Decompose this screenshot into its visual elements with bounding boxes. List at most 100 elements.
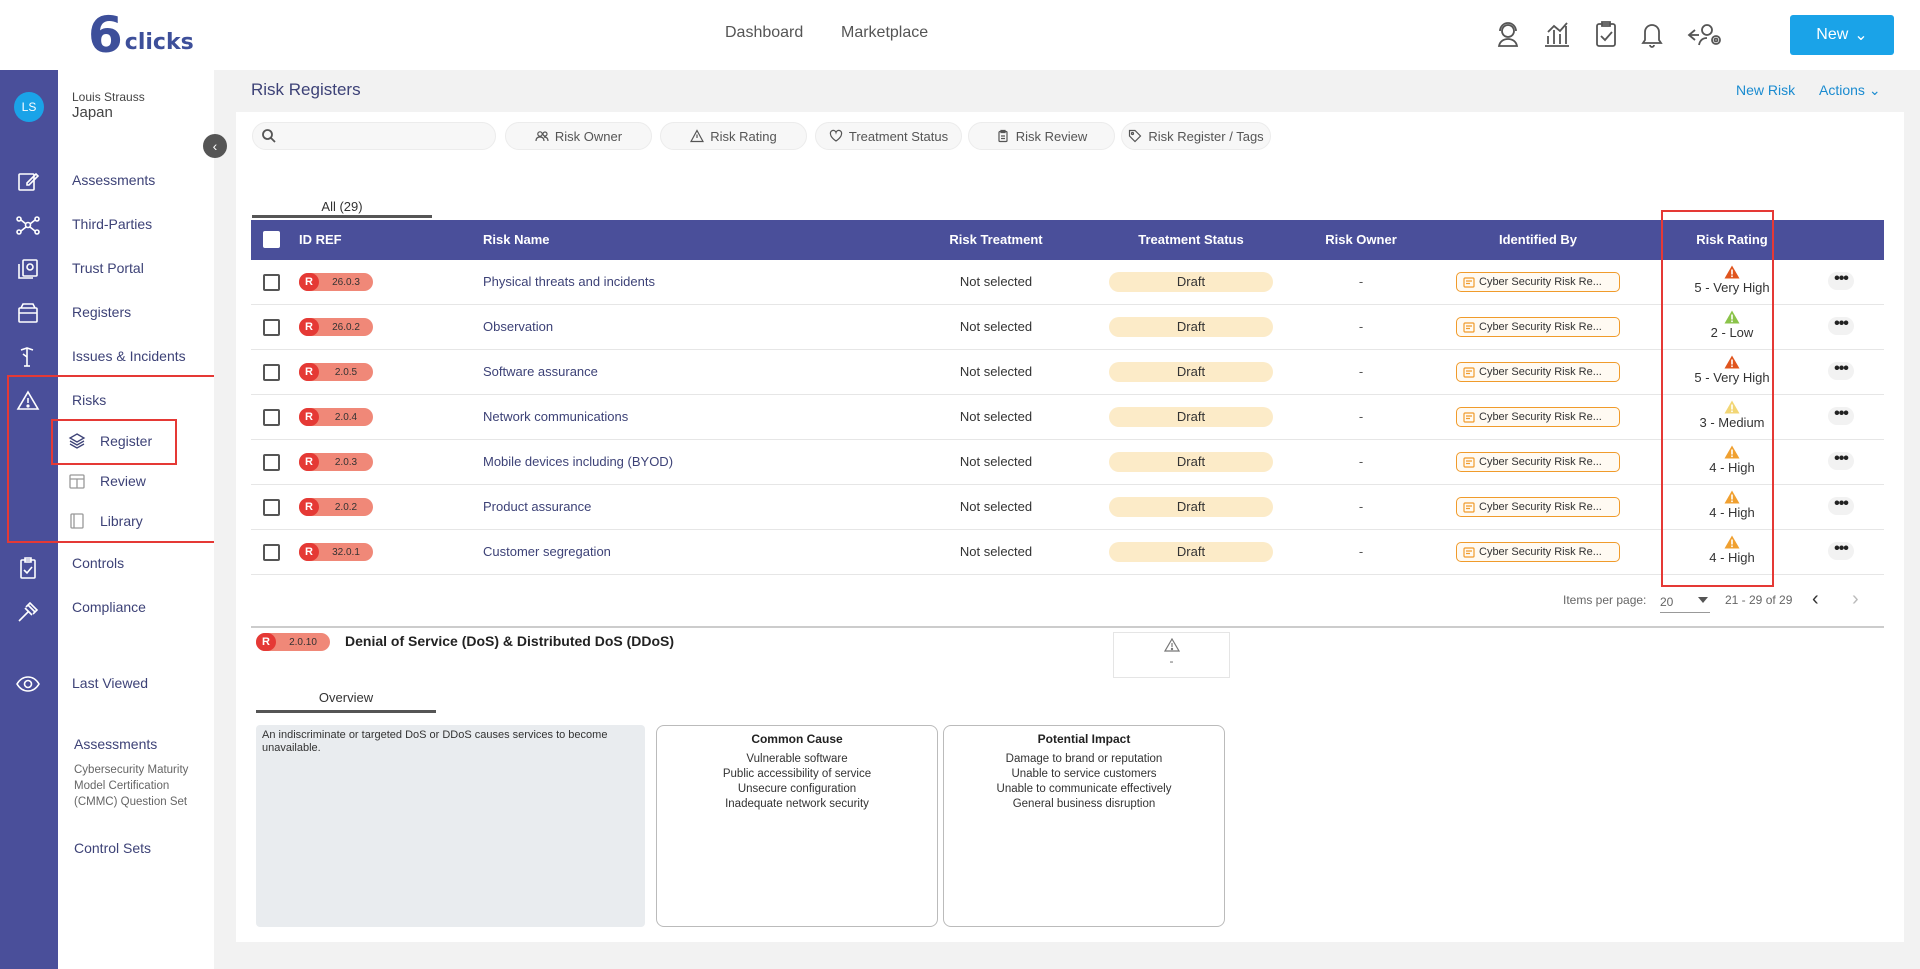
sidebar-item-trust-portal[interactable]: Trust Portal <box>72 260 144 276</box>
row-checkbox[interactable] <box>263 544 280 561</box>
common-cause-item: Public accessibility of service <box>722 768 872 780</box>
sidebar-item-assessments[interactable]: Assessments <box>72 172 155 188</box>
row-more-button[interactable]: ••• <box>1828 541 1854 560</box>
sidebar-item-registers[interactable]: Registers <box>72 304 131 320</box>
identified-by-label: Cyber Security Risk Re... <box>1479 276 1602 288</box>
avatar[interactable]: LS <box>14 92 44 122</box>
tab-overview[interactable]: Overview <box>256 690 436 705</box>
id-ref: 2.0.2 <box>334 501 358 513</box>
new-risk-link[interactable]: New Risk <box>1736 82 1795 98</box>
potential-impact-item: Unable to service customers <box>1011 768 1157 780</box>
identified-by-tag[interactable]: Cyber Security Risk Re... <box>1456 497 1620 517</box>
table-row[interactable]: R 26.0.3 Physical threats and incidents N… <box>251 260 1884 305</box>
user-org[interactable]: Japan <box>72 104 113 121</box>
controls-checklist-icon[interactable] <box>15 555 41 581</box>
header-risk-name[interactable]: Risk Name <box>483 232 549 247</box>
risk-name-link[interactable]: Product assurance <box>483 499 591 514</box>
row-more-button[interactable]: ••• <box>1828 496 1854 515</box>
risk-name-link[interactable]: Mobile devices including (BYOD) <box>483 454 673 469</box>
network-icon[interactable] <box>15 212 41 238</box>
identified-by-tag[interactable]: Cyber Security Risk Re... <box>1456 452 1620 472</box>
id-ref: 2.0.4 <box>334 411 358 423</box>
chevron-left-icon: ‹ <box>212 138 218 154</box>
registers-icon[interactable] <box>15 300 41 326</box>
filter-risk-review[interactable]: Risk Review <box>968 122 1115 150</box>
header-id-ref[interactable]: ID REF <box>299 232 342 247</box>
analytics-icon[interactable] <box>1541 18 1573 50</box>
risk-badge-letter: R <box>299 543 319 561</box>
logo[interactable]: 6 clicks <box>88 10 194 60</box>
search-input[interactable] <box>283 127 483 142</box>
risk-rating-column-highlight <box>1661 210 1774 587</box>
table-row[interactable]: R 2.0.2 Product assurance Not selected Dr… <box>251 485 1884 530</box>
new-button[interactable]: New ⌄ <box>1790 15 1894 55</box>
incident-icon[interactable] <box>15 344 41 370</box>
filter-treatment-status[interactable]: Treatment Status <box>815 122 962 150</box>
nav-marketplace[interactable]: Marketplace <box>841 24 928 42</box>
user-settings-icon[interactable] <box>1685 18 1725 50</box>
risk-name-link[interactable]: Customer segregation <box>483 544 611 559</box>
edit-icon[interactable] <box>15 168 41 194</box>
bell-icon[interactable] <box>1636 18 1668 50</box>
filter-risk-rating[interactable]: Risk Rating <box>660 122 807 150</box>
risk-name-link[interactable]: Software assurance <box>483 364 598 379</box>
row-more-button[interactable]: ••• <box>1828 316 1854 335</box>
filter-treatment-status-label: Treatment Status <box>848 128 949 144</box>
last-viewed-assessment-link[interactable]: Cybersecurity Maturity Model Certificati… <box>74 762 204 810</box>
header-risk-treatment[interactable]: Risk Treatment <box>934 232 1058 247</box>
row-more-button[interactable]: ••• <box>1828 406 1854 425</box>
row-more-button[interactable]: ••• <box>1828 361 1854 380</box>
table-row[interactable]: R 26.0.2 Observation Not selected Draft -… <box>251 305 1884 350</box>
sidebar-item-last-viewed[interactable]: Last Viewed <box>72 675 148 691</box>
next-page-button[interactable]: › <box>1852 588 1859 611</box>
identified-by-tag[interactable]: Cyber Security Risk Re... <box>1456 542 1620 562</box>
sidebar-item-third-parties[interactable]: Third-Parties <box>72 216 152 232</box>
select-all-checkbox[interactable] <box>263 231 280 248</box>
row-more-button[interactable]: ••• <box>1828 271 1854 290</box>
detail-divider <box>251 626 1884 628</box>
eye-icon[interactable] <box>15 671 41 697</box>
risk-name-link[interactable]: Observation <box>483 319 553 334</box>
tab-all[interactable]: All (29) <box>252 199 432 214</box>
identified-by-tag[interactable]: Cyber Security Risk Re... <box>1456 362 1620 382</box>
risk-name-link[interactable]: Physical threats and incidents <box>483 274 655 289</box>
table-row[interactable]: R 2.0.5 Software assurance Not selected D… <box>251 350 1884 395</box>
filter-risk-owner[interactable]: Risk Owner <box>505 122 652 150</box>
user-name: Louis Strauss <box>72 90 145 104</box>
risk-owner: - <box>1358 499 1364 514</box>
risk-name-link[interactable]: Network communications <box>483 409 628 424</box>
filter-risk-register-tags[interactable]: Risk Register / Tags <box>1121 122 1271 150</box>
support-agent-icon[interactable] <box>1492 18 1524 50</box>
row-checkbox[interactable] <box>263 409 280 426</box>
table-row[interactable]: R 2.0.3 Mobile devices including (BYOD) N… <box>251 440 1884 485</box>
collapse-sidebar-button[interactable]: ‹ <box>203 134 227 158</box>
table-row[interactable]: R 2.0.4 Network communications Not select… <box>251 395 1884 440</box>
sidebar-item-controls[interactable]: Controls <box>72 555 124 571</box>
header-risk-owner[interactable]: Risk Owner <box>1306 232 1416 247</box>
row-checkbox[interactable] <box>263 454 280 471</box>
header-treatment-status[interactable]: Treatment Status <box>1119 232 1263 247</box>
identified-by-tag[interactable]: Cyber Security Risk Re... <box>1456 407 1620 427</box>
task-clipboard-icon[interactable] <box>1590 18 1622 50</box>
sidebar-item-compliance[interactable]: Compliance <box>72 599 146 615</box>
nav-dashboard[interactable]: Dashboard <box>725 24 803 42</box>
row-checkbox[interactable] <box>263 319 280 336</box>
treatment-status-badge: Draft <box>1109 362 1273 382</box>
identified-by-tag[interactable]: Cyber Security Risk Re... <box>1456 272 1620 292</box>
portal-icon[interactable] <box>15 256 41 282</box>
row-checkbox[interactable] <box>263 274 280 291</box>
row-checkbox[interactable] <box>263 364 280 381</box>
table-header: ID REF Risk Name Risk Treatment Treatmen… <box>251 220 1884 260</box>
items-per-page-select[interactable]: 20 <box>1660 589 1710 613</box>
identified-by-tag[interactable]: Cyber Security Risk Re... <box>1456 317 1620 337</box>
gavel-icon[interactable] <box>15 599 41 625</box>
row-more-button[interactable]: ••• <box>1828 451 1854 470</box>
warning-icon <box>1163 638 1180 652</box>
search-input-wrapper[interactable] <box>252 122 496 150</box>
table-row[interactable]: R 32.0.1 Customer segregation Not selecte… <box>251 530 1884 575</box>
previous-page-button[interactable]: ‹ <box>1812 588 1819 611</box>
header-identified-by[interactable]: Identified By <box>1478 232 1598 247</box>
actions-dropdown[interactable]: Actions ⌄ <box>1819 82 1881 99</box>
sidebar-item-issues[interactable]: Issues & Incidents <box>72 348 186 364</box>
row-checkbox[interactable] <box>263 499 280 516</box>
